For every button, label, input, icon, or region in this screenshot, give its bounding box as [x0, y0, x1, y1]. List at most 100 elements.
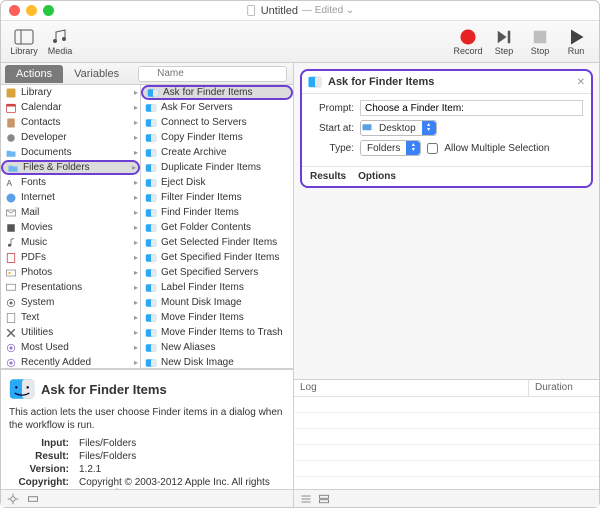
category-system[interactable]: System▸ [1, 295, 140, 310]
step-icon [494, 27, 514, 47]
action-connect-to-servers[interactable]: Connect to Servers [141, 115, 293, 130]
prompt-input[interactable] [360, 100, 583, 116]
category-recently-added[interactable]: Recently Added▸ [1, 355, 140, 368]
tab-variables[interactable]: Variables [63, 65, 130, 83]
category-presentations[interactable]: Presentations▸ [1, 280, 140, 295]
chevron-right-icon: ▸ [134, 253, 138, 262]
action-ask-for-finder-items[interactable]: Ask for Finder Items ✕ Prompt: Start at: [300, 69, 593, 188]
action-mount-disk-image[interactable]: Mount Disk Image [141, 295, 293, 310]
toolbar-label: Record [453, 46, 482, 56]
category-label: Utilities [21, 327, 53, 338]
category-files-folders[interactable]: Files & Folders▸ [1, 160, 140, 175]
category-pdfs[interactable]: PDFs▸ [1, 250, 140, 265]
action-new-aliases[interactable]: New Aliases [141, 340, 293, 355]
record-button[interactable]: Record [451, 23, 485, 61]
pdf-icon [5, 252, 17, 264]
desc-key: Copyright: [11, 477, 73, 489]
category-utilities[interactable]: Utilities ▸ [1, 325, 140, 340]
step-button[interactable]: Step [487, 23, 521, 61]
library-button[interactable]: Library [7, 23, 41, 61]
category-internet[interactable]: Internet▸ [1, 190, 140, 205]
category-most-used[interactable]: Most Used▸ [1, 340, 140, 355]
minimize-window-button[interactable] [26, 5, 37, 16]
action-move-finder-items-to-trash[interactable]: Move Finder Items to Trash [141, 325, 293, 340]
action-create-archive[interactable]: Create Archive [141, 145, 293, 160]
type-select[interactable]: Folders ▴▾ [360, 140, 421, 156]
finder-icon [145, 177, 157, 189]
category-list[interactable]: Library▸Calendar▸Contacts▸ Developer ▸ Docu… [1, 85, 141, 368]
close-window-button[interactable] [9, 5, 20, 16]
category-photos[interactable]: Photos▸ [1, 265, 140, 280]
duration-column-header[interactable]: Duration [529, 380, 599, 396]
start-at-select[interactable]: Desktop ▴▾ [360, 120, 437, 136]
allow-multiple-checkbox[interactable] [427, 143, 438, 154]
action-get-selected-finder-items[interactable]: Get Selected Finder Items [141, 235, 293, 250]
chevron-right-icon: ▸ [134, 133, 138, 142]
list-view-icon[interactable] [300, 493, 312, 505]
workflow-canvas[interactable]: Ask for Finder Items ✕ Prompt: Start at: [294, 63, 599, 379]
action-find-finder-items[interactable]: Find Finder Items [141, 205, 293, 220]
action-ask-for-servers[interactable]: Ask For Servers [141, 100, 293, 115]
category-label: System [21, 297, 54, 308]
chevron-right-icon: ▸ [134, 358, 138, 367]
options-tab[interactable]: Options [358, 171, 396, 182]
action-get-specified-servers[interactable]: Get Specified Servers [141, 265, 293, 280]
action-duplicate-finder-items[interactable]: Duplicate Finder Items [141, 160, 293, 175]
chevron-right-icon: ▸ [134, 238, 138, 247]
action-label: Ask For Servers [161, 102, 233, 113]
toolbar-label: Library [10, 46, 38, 56]
movies-icon [5, 222, 17, 234]
category-movies[interactable]: Movies▸ [1, 220, 140, 235]
chevron-right-icon: ▸ [134, 178, 138, 187]
category-documents[interactable]: Documents▸ [1, 145, 140, 160]
run-button[interactable]: Run [559, 23, 593, 61]
contacts-icon [5, 117, 17, 129]
finder-icon [145, 342, 157, 354]
close-icon[interactable]: ✕ [577, 77, 585, 88]
search-input[interactable] [138, 66, 287, 82]
library-footer [1, 489, 293, 507]
category-contacts[interactable]: Contacts▸ [1, 115, 140, 130]
category-fonts[interactable]: AFonts▸ [1, 175, 140, 190]
action-ask-for-finder-items[interactable]: Ask for Finder Items [141, 85, 293, 100]
flow-view-icon[interactable] [318, 493, 330, 505]
action-label: Eject Disk [161, 177, 205, 188]
action-get-folder-contents[interactable]: Get Folder Contents [141, 220, 293, 235]
tab-actions[interactable]: Actions [5, 65, 63, 83]
action-label: Create Archive [161, 147, 227, 158]
zoom-window-button[interactable] [43, 5, 54, 16]
category-calendar[interactable]: Calendar▸ [1, 100, 140, 115]
prompt-label: Prompt: [310, 103, 354, 114]
titlebar: Untitled — Edited ⌄ [1, 1, 599, 21]
category-text[interactable]: Text▸ [1, 310, 140, 325]
svg-text:A: A [7, 179, 13, 188]
category-label: Developer [21, 132, 67, 143]
chevron-right-icon: ▸ [134, 328, 138, 337]
chevron-right-icon: ▸ [134, 118, 138, 127]
category-developer[interactable]: Developer ▸ [1, 130, 140, 145]
action-copy-finder-items[interactable]: Copy Finder Items [141, 130, 293, 145]
action-new-disk-image[interactable]: New Disk Image [141, 355, 293, 368]
category-library[interactable]: Library▸ [1, 85, 140, 100]
action-label: Mount Disk Image [161, 297, 242, 308]
collapse-icon[interactable] [27, 493, 39, 505]
stop-button[interactable]: Stop [523, 23, 557, 61]
category-label: Internet [21, 192, 55, 203]
internet-icon [5, 192, 17, 204]
action-filter-finder-items[interactable]: Filter Finder Items [141, 190, 293, 205]
action-move-finder-items[interactable]: Move Finder Items [141, 310, 293, 325]
category-mail[interactable]: Mail▸ [1, 205, 140, 220]
action-eject-disk[interactable]: Eject Disk [141, 175, 293, 190]
log-column-header[interactable]: Log [294, 380, 529, 396]
action-label-finder-items[interactable]: Label Finder Items [141, 280, 293, 295]
media-button[interactable]: Media [43, 23, 77, 61]
gear-icon[interactable] [7, 493, 19, 505]
library-icon [5, 87, 17, 99]
category-music[interactable]: Music▸ [1, 235, 140, 250]
chevron-right-icon: ▸ [134, 283, 138, 292]
action-list[interactable]: Ask for Finder Items Ask For Servers Conne… [141, 85, 293, 368]
results-tab[interactable]: Results [310, 171, 346, 182]
edited-indicator[interactable]: — Edited ⌄ [302, 5, 354, 16]
action-get-specified-finder-items[interactable]: Get Specified Finder Items [141, 250, 293, 265]
sidebar-icon [14, 29, 34, 45]
